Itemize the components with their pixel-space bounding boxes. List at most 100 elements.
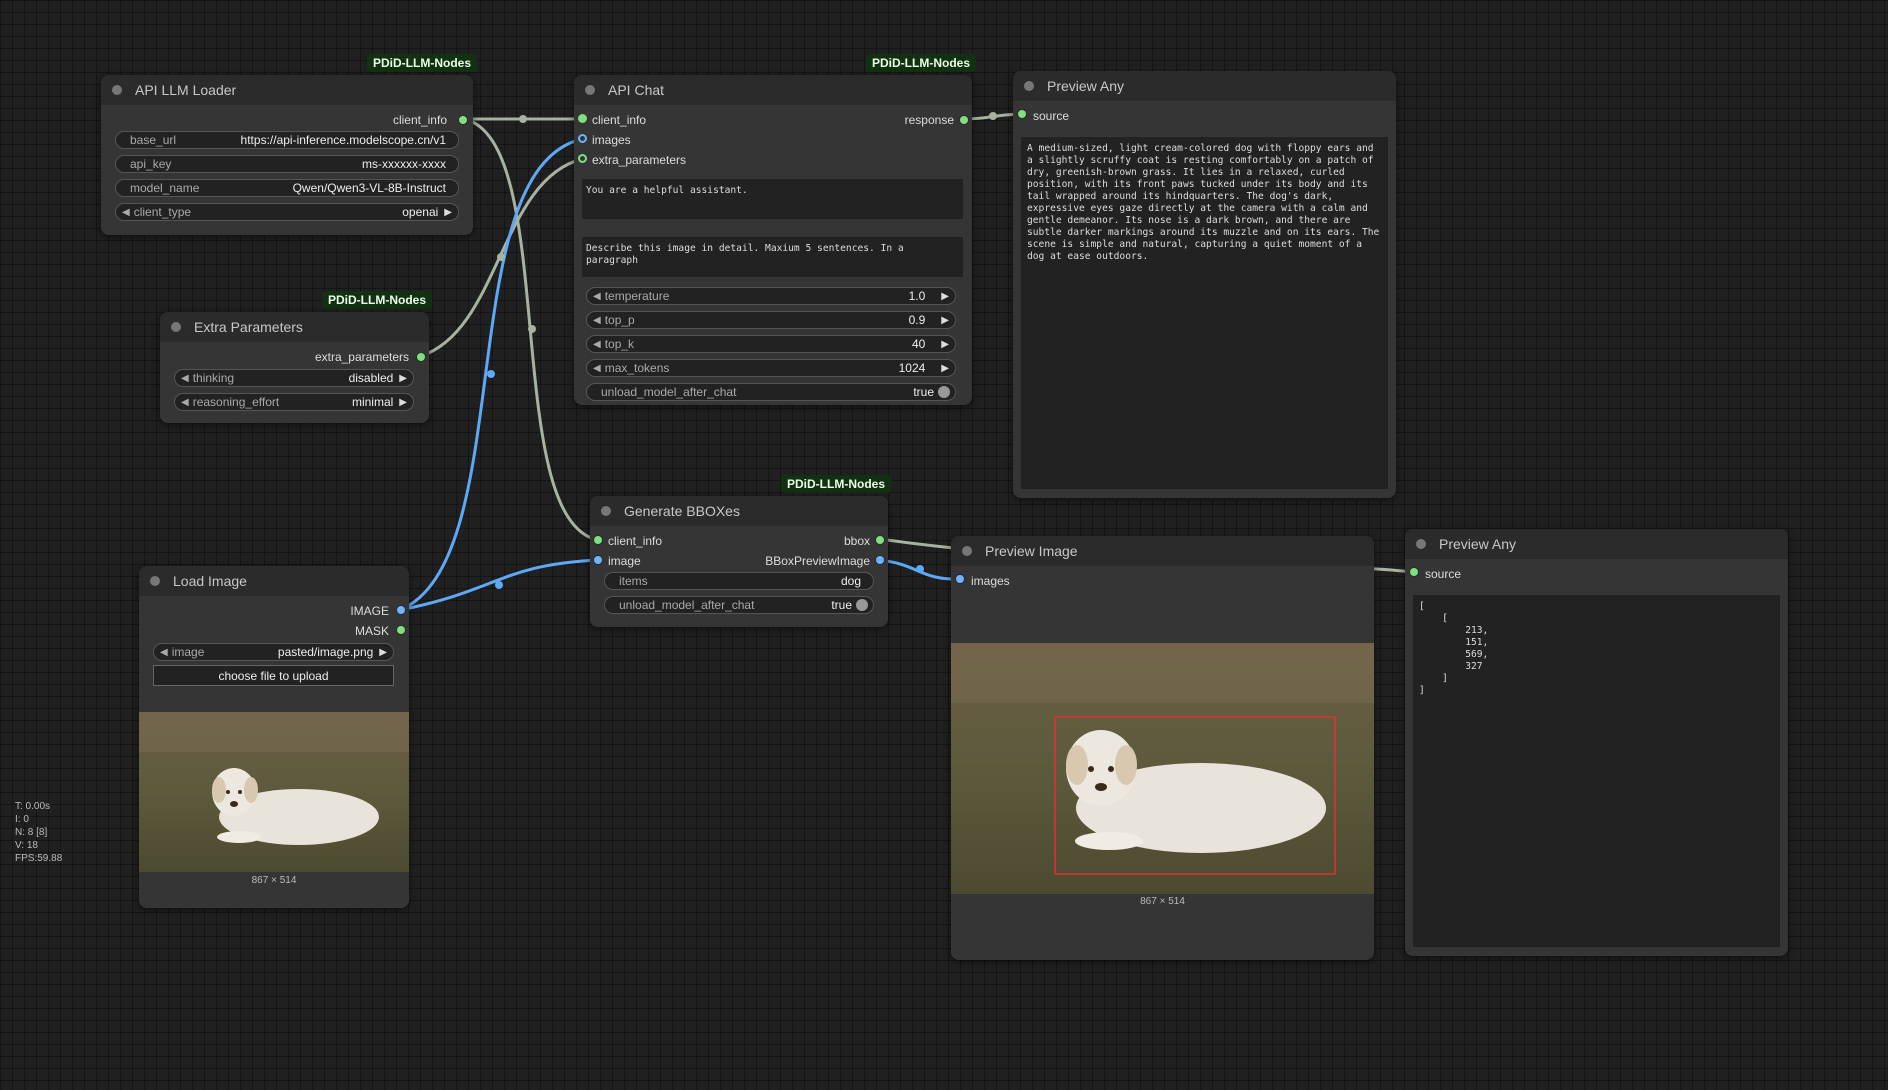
- max-tokens-number[interactable]: ◀ max_tokens 1024 ▶: [586, 359, 956, 377]
- arrow-left-icon[interactable]: ◀: [587, 291, 601, 302]
- loaded-image-preview: [139, 712, 409, 872]
- arrow-right-icon[interactable]: ▶: [939, 315, 955, 326]
- widget-label: thinking: [192, 371, 235, 385]
- node-header[interactable]: Extra Parameters: [160, 312, 429, 342]
- widget-label: reasoning_effort: [192, 395, 280, 409]
- arrow-right-icon[interactable]: ▶: [377, 647, 393, 658]
- widget-label: base_url: [130, 133, 177, 147]
- system-prompt-textarea[interactable]: You are a helpful assistant.: [582, 179, 963, 219]
- node-load-image[interactable]: Load Image IMAGE MASK ◀ image pasted/ima…: [139, 566, 409, 908]
- api-key-field[interactable]: api_key ms-xxxxxx-xxxx: [115, 155, 459, 173]
- arrow-right-icon[interactable]: ▶: [939, 291, 955, 302]
- node-header[interactable]: Preview Any: [1013, 71, 1396, 101]
- unload-model-toggle[interactable]: unload_model_after_chat true: [586, 383, 956, 401]
- choose-file-button[interactable]: choose file to upload: [153, 665, 394, 686]
- output-slot-response[interactable]: [960, 116, 968, 124]
- collapse-dot-icon[interactable]: [601, 506, 611, 516]
- node-extra-parameters[interactable]: Extra Parameters extra_parameters ◀ thin…: [160, 312, 429, 423]
- node-header[interactable]: Preview Image: [951, 536, 1374, 566]
- output-slot-extra-parameters[interactable]: [417, 353, 425, 361]
- output-slot-bbox[interactable]: [876, 536, 884, 544]
- node-header[interactable]: API Chat: [574, 75, 972, 105]
- node-header[interactable]: Preview Any: [1405, 529, 1788, 559]
- collapse-dot-icon[interactable]: [585, 85, 595, 95]
- output-label-bbox: bbox: [843, 534, 870, 548]
- collapse-dot-icon[interactable]: [1416, 539, 1426, 549]
- node-preview-any[interactable]: Preview Any source [ [ 213, 151, 569, 32…: [1405, 529, 1788, 956]
- arrow-left-icon[interactable]: ◀: [587, 315, 601, 326]
- output-slot-bbox-preview[interactable]: [876, 556, 884, 564]
- arrow-right-icon[interactable]: ▶: [939, 339, 955, 350]
- node-badge: PDiD-LLM-Nodes: [367, 54, 477, 72]
- node-header[interactable]: Load Image: [139, 566, 409, 596]
- arrow-left-icon[interactable]: ◀: [154, 647, 168, 658]
- widget-value: 0.9: [908, 313, 926, 327]
- reasoning-effort-combo[interactable]: ◀ reasoning_effort minimal ▶: [174, 393, 414, 411]
- stat-time: T: 0.00s: [15, 801, 51, 812]
- arrow-left-icon[interactable]: ◀: [587, 363, 601, 374]
- arrow-right-icon[interactable]: ▶: [442, 207, 458, 218]
- output-slot-mask[interactable]: [397, 626, 405, 634]
- collapse-dot-icon[interactable]: [1024, 81, 1034, 91]
- output-label-client-info: client_info: [392, 113, 447, 127]
- widget-value: disabled: [348, 371, 394, 385]
- client-type-combo[interactable]: ◀ client_type openai ▶: [115, 203, 459, 221]
- arrow-left-icon[interactable]: ◀: [175, 373, 189, 384]
- preview-text: [ [ 213, 151, 569, 327 ] ]: [1413, 595, 1780, 947]
- input-slot-client-info[interactable]: [594, 536, 602, 544]
- thinking-combo[interactable]: ◀ thinking disabled ▶: [174, 369, 414, 387]
- toggle-knob-icon[interactable]: [856, 599, 868, 611]
- input-slot-source[interactable]: [1410, 568, 1418, 576]
- link-image-to-bbox: [398, 558, 600, 612]
- arrow-left-icon[interactable]: ◀: [116, 207, 130, 218]
- node-badge: PDiD-LLM-Nodes: [781, 475, 891, 493]
- dog-photo-icon: [139, 712, 409, 872]
- arrow-left-icon[interactable]: ◀: [587, 339, 601, 350]
- image-combo[interactable]: ◀ image pasted/image.png ▶: [153, 643, 394, 661]
- input-slot-source[interactable]: [1018, 110, 1026, 118]
- arrow-right-icon[interactable]: ▶: [397, 373, 413, 384]
- collapse-dot-icon[interactable]: [171, 322, 181, 332]
- input-slot-images[interactable]: [956, 575, 964, 583]
- output-slot-image[interactable]: [397, 606, 405, 614]
- node-title: API Chat: [608, 82, 665, 98]
- link-bboxpreview-to-previewimage: [878, 558, 962, 581]
- node-generate-bboxes[interactable]: Generate BBOXes client_info image bbox B…: [590, 496, 888, 627]
- collapse-dot-icon[interactable]: [150, 576, 160, 586]
- input-label-client-info: client_info: [608, 534, 663, 548]
- widget-label: unload_model_after_chat: [619, 598, 755, 612]
- input-slot-images[interactable]: [578, 134, 587, 143]
- widget-value: 40: [911, 337, 926, 351]
- model-name-field[interactable]: model_name Qwen/Qwen3-VL-8B-Instruct: [115, 179, 459, 197]
- input-slot-client-info[interactable]: [578, 114, 587, 123]
- node-api-chat[interactable]: API Chat client_info images extra_parame…: [574, 75, 972, 405]
- arrow-right-icon[interactable]: ▶: [397, 397, 413, 408]
- node-preview-image[interactable]: Preview Image images 867 × 514: [951, 536, 1374, 960]
- items-field[interactable]: items dog: [604, 572, 874, 590]
- node-header[interactable]: API LLM Loader: [101, 75, 473, 105]
- top-k-number[interactable]: ◀ top_k 40 ▶: [586, 335, 956, 353]
- dog-bbox-photo-icon: [951, 643, 1374, 894]
- input-slot-extra-parameters[interactable]: [578, 154, 587, 163]
- unload-model-toggle[interactable]: unload_model_after_chat true: [604, 596, 874, 614]
- node-api-llm-loader[interactable]: API LLM Loader client_info base_url http…: [101, 75, 473, 235]
- node-title: Preview Image: [985, 543, 1078, 559]
- output-slot-client-info[interactable]: [459, 116, 467, 124]
- toggle-knob-icon[interactable]: [938, 386, 950, 398]
- temperature-number[interactable]: ◀ temperature 1.0 ▶: [586, 287, 956, 305]
- user-prompt-textarea[interactable]: Describe this image in detail. Maxium 5 …: [582, 237, 963, 277]
- arrow-right-icon[interactable]: ▶: [939, 363, 955, 374]
- top-p-number[interactable]: ◀ top_p 0.9 ▶: [586, 311, 956, 329]
- widget-value: dog: [840, 574, 861, 588]
- widget-value: openai: [402, 205, 439, 219]
- collapse-dot-icon[interactable]: [112, 85, 122, 95]
- arrow-left-icon[interactable]: ◀: [175, 397, 189, 408]
- node-title: Load Image: [173, 573, 247, 589]
- widget-label: top_k: [604, 337, 635, 351]
- node-preview-any[interactable]: Preview Any source A medium-sized, light…: [1013, 71, 1396, 498]
- collapse-dot-icon[interactable]: [962, 546, 972, 556]
- node-header[interactable]: Generate BBOXes: [590, 496, 888, 526]
- widget-label: api_key: [130, 157, 172, 171]
- input-slot-image[interactable]: [594, 556, 602, 564]
- base-url-field[interactable]: base_url https://api-inference.modelscop…: [115, 131, 459, 149]
